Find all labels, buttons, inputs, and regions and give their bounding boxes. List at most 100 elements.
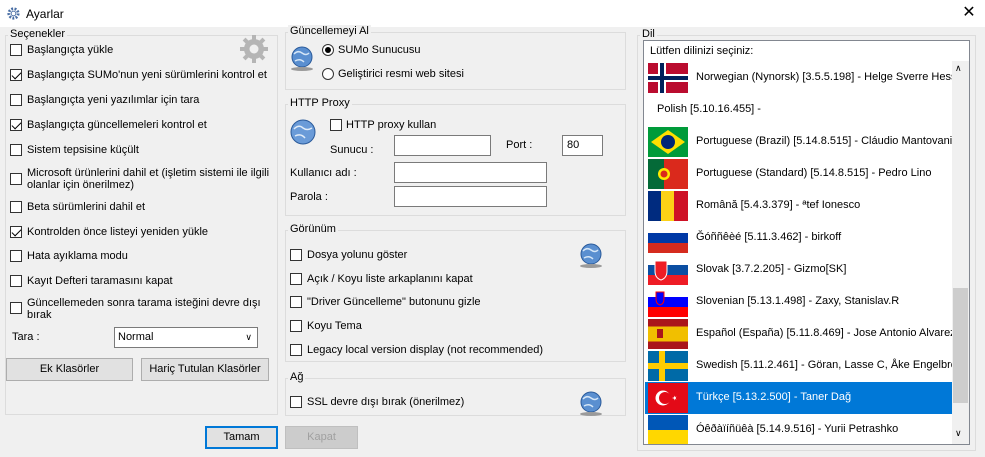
- language-item-label: Ğóññêèé [5.11.3.462] - birkoff: [696, 231, 842, 243]
- appearance-checkbox-2[interactable]: [290, 296, 302, 308]
- scroll-up-icon[interactable]: ∧: [955, 63, 962, 74]
- option-checkbox-0[interactable]: [10, 44, 22, 56]
- chevron-down-icon: ∨: [245, 332, 252, 342]
- globe-icon: [580, 391, 602, 416]
- proxy-port-input[interactable]: 80: [562, 135, 603, 156]
- network-group-label: Ağ: [288, 371, 306, 383]
- option-checkbox-10[interactable]: [10, 302, 22, 314]
- option-checkbox-3[interactable]: [10, 119, 22, 131]
- close-window-button[interactable]: ✕: [959, 3, 979, 23]
- option-checkbox-8[interactable]: [10, 250, 22, 262]
- use-proxy-checkbox[interactable]: [330, 119, 342, 131]
- appearance-checkbox-3[interactable]: [290, 320, 302, 332]
- language-item[interactable]: Polish [5.10.16.455] -: [645, 94, 952, 126]
- appearance-label-3: Koyu Tema: [307, 320, 362, 332]
- appearance-group-label: Görünüm: [288, 223, 338, 235]
- option-label-2: Başlangıçta yeni yazılımlar için tara: [27, 94, 200, 106]
- settings-app-icon: [7, 7, 20, 20]
- appearance-label-2: "Driver Güncelleme" butonunu gizle: [307, 296, 481, 308]
- sumo-server-radio[interactable]: [322, 44, 334, 56]
- proxy-password-input[interactable]: [394, 186, 547, 207]
- proxy-username-label: Kullanıcı adı :: [290, 167, 357, 179]
- globe-icon: [291, 46, 313, 71]
- language-list[interactable]: Lütfen dilinizi seçiniz: Norwegian (Nyno…: [643, 40, 970, 445]
- update-source-group: [285, 32, 626, 90]
- option-checkbox-6[interactable]: [10, 201, 22, 213]
- language-item[interactable]: Óêðàїíñüêà [5.14.9.516] - Yurii Petrashk…: [645, 414, 952, 444]
- language-item[interactable]: Español (España) [5.11.8.469] - Jose Ant…: [645, 318, 952, 350]
- developer-site-radio[interactable]: [322, 68, 334, 80]
- option-label-6: Beta sürümlerini dahil et: [27, 201, 146, 213]
- appearance-checkbox-0[interactable]: [290, 249, 302, 261]
- use-proxy-label: HTTP proxy kullan: [346, 119, 437, 131]
- language-list-scrollbar[interactable]: ∧ ∨: [952, 61, 969, 444]
- language-item-label: Slovak [3.7.2.205] - Gizmo[SK]: [696, 263, 847, 275]
- option-checkbox-5[interactable]: [10, 173, 22, 185]
- option-label-1: Başlangıçta SUMo'nun yeni sürümlerini ko…: [27, 69, 267, 81]
- language-item[interactable]: Portuguese (Brazil) [5.14.8.515] - Cláud…: [645, 126, 952, 158]
- language-item-label: Óêðàїíñüêà [5.14.9.516] - Yurii Petrashk…: [696, 423, 899, 435]
- language-group-label: Dil: [640, 28, 657, 40]
- option-label-3: Başlangıçta güncellemeleri kontrol et: [27, 119, 207, 131]
- language-item-label: Swedish [5.11.2.461] - Göran, Lasse C, Å…: [696, 359, 952, 371]
- proxy-server-input[interactable]: [394, 135, 491, 156]
- option-label-4: Sistem tepsisine küçült: [27, 144, 139, 156]
- scrollbar-thumb[interactable]: [953, 288, 968, 403]
- scan-select-value: Normal: [118, 331, 154, 343]
- scroll-down-icon[interactable]: ∨: [955, 428, 962, 439]
- proxy-username-input[interactable]: [394, 162, 547, 183]
- language-item-label: Norwegian (Nynorsk) [3.5.5.198] - Helge …: [696, 71, 952, 83]
- extra-folders-button[interactable]: Ek Klasörler: [6, 358, 133, 381]
- option-checkbox-2[interactable]: [10, 94, 22, 106]
- scan-select[interactable]: Normal ∨: [114, 327, 258, 348]
- update-source-label: Güncellemeyi Al: [288, 25, 371, 37]
- gear-icon: [240, 35, 268, 63]
- scan-label: Tara :: [12, 331, 40, 343]
- appearance-checkbox-1[interactable]: [290, 273, 302, 285]
- slovakia-flag-icon: [648, 255, 688, 285]
- ukraine-flag-icon: [648, 415, 688, 444]
- option-checkbox-9[interactable]: [10, 275, 22, 287]
- language-item-label: Portuguese (Brazil) [5.14.8.515] - Cláud…: [696, 135, 952, 147]
- brazil-flag-icon: [648, 127, 688, 157]
- language-item[interactable]: Ğóññêèé [5.11.3.462] - birkoff: [645, 222, 952, 254]
- option-label-5-line2: olanlar için önerilmez): [27, 179, 134, 191]
- language-item-label: Español (España) [5.11.8.469] - Jose Ant…: [696, 327, 952, 339]
- sweden-flag-icon: [648, 351, 688, 381]
- language-item[interactable]: Swedish [5.11.2.461] - Göran, Lasse C, Å…: [645, 350, 952, 382]
- language-item[interactable]: Slovak [3.7.2.205] - Gizmo[SK]: [645, 254, 952, 286]
- option-label-9: Kayıt Defteri taramasını kapat: [27, 275, 173, 287]
- option-label-10-line2: bırak: [27, 309, 52, 321]
- option-label-0: Başlangıçta yükle: [27, 44, 114, 56]
- appearance-checkbox-4[interactable]: [290, 344, 302, 356]
- excluded-folders-button[interactable]: Hariç Tutulan Klasörler: [141, 358, 269, 381]
- language-item[interactable]: Slovenian [5.13.1.498] - Zaxy, Stanislav…: [645, 286, 952, 318]
- language-list-header: Lütfen dilinizi seçiniz:: [650, 45, 754, 57]
- language-item-label: Română [5.4.3.379] - ªtef Ionesco: [696, 199, 861, 211]
- romania-flag-icon: [648, 191, 688, 221]
- language-item-label: Polish [5.10.16.455] -: [657, 103, 761, 115]
- proxy-group-label: HTTP Proxy: [288, 97, 352, 109]
- ok-button[interactable]: Tamam: [205, 426, 278, 449]
- option-checkbox-1[interactable]: [10, 69, 22, 81]
- portugal-flag-icon: [648, 159, 688, 189]
- disable-ssl-checkbox[interactable]: [290, 396, 302, 408]
- option-label-7: Kontrolden önce listeyi yeniden yükle: [27, 226, 209, 238]
- disable-ssl-label: SSL devre dışı bırak (önerilmez): [307, 396, 465, 408]
- norway-flag-icon: [648, 63, 688, 93]
- language-item-label: Slovenian [5.13.1.498] - Zaxy, Stanislav…: [696, 295, 900, 307]
- proxy-port-label: Port :: [506, 139, 533, 151]
- globe-icon: [290, 119, 316, 145]
- language-item[interactable]: Norwegian (Nynorsk) [3.5.5.198] - Helge …: [645, 62, 952, 94]
- language-item[interactable]: Română [5.4.3.379] - ªtef Ionesco: [645, 190, 952, 222]
- option-checkbox-4[interactable]: [10, 144, 22, 156]
- close-button[interactable]: Kapat: [285, 426, 358, 449]
- title-bar: [0, 0, 985, 27]
- developer-site-label: Geliştirici resmi web sitesi: [338, 68, 464, 80]
- spain-flag-icon: [648, 319, 688, 349]
- language-item-selected[interactable]: Türkçe [5.13.2.500] - Taner Dağ: [645, 382, 952, 414]
- language-item[interactable]: Portuguese (Standard) [5.14.8.515] - Ped…: [645, 158, 952, 190]
- window-title: Ayarlar: [26, 7, 64, 21]
- turkey-flag-icon: [648, 383, 688, 413]
- option-checkbox-7[interactable]: [10, 226, 22, 238]
